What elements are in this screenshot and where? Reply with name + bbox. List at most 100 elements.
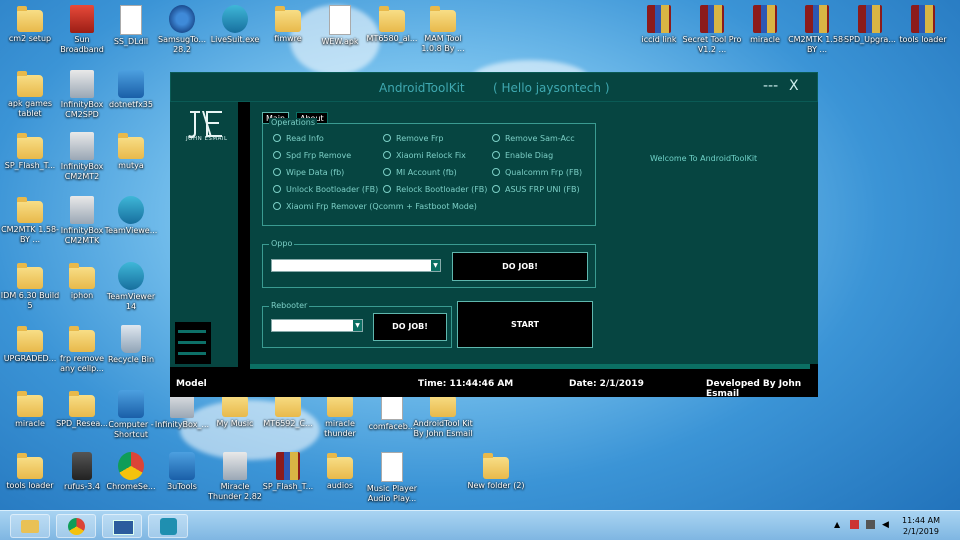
oppo-label: Oppo [269,239,295,249]
close-button[interactable]: X [789,78,799,94]
desktop-icon-label: Music Player Audio Play... [366,484,418,503]
chrome-icon[interactable] [56,514,96,538]
desktop-icon-label: tools loader [899,35,947,44]
model-label: Model [176,379,207,389]
start-button[interactable]: START [457,301,593,348]
desktop-icon[interactable]: Music Player Audio Play... [362,452,422,504]
chevron-down-icon: ▼ [353,320,362,331]
desktop-icon-label: Secret Tool Pro V1.2 ... [682,35,742,54]
folder-icon [275,391,301,417]
settings-file-icon [120,5,142,35]
folder-icon [275,6,301,32]
chevron-down-icon: ▼ [431,260,440,271]
operation-radio-option[interactable]: Relock Bootloader (FB) [383,185,487,194]
tools-icon[interactable] [148,514,188,538]
winrar-icon [647,5,671,33]
desktop-icon[interactable]: CM2MTK 1.58-BY ... [787,5,847,55]
desktop-icon[interactable]: SamsugTo... 28.2 [152,5,212,55]
desktop-icon[interactable]: MAM Tool 1.0.8 By ... [413,5,473,54]
desktop-icon[interactable]: WEW.apk [310,5,370,47]
developer-label: Developed By John Esmail [706,379,802,399]
rebooter-do-job-button[interactable]: DO JOB! [373,313,447,341]
desktop-icon-label: CM2MTK 1.58-BY ... [788,35,846,54]
operation-radio-option[interactable]: ASUS FRP UNI (FB) [492,185,580,194]
desktop-icon[interactable]: SPD_Upgra... [840,5,900,45]
desktop-icon[interactable]: fimwre [258,5,318,44]
desktop-icon-label: CM2MTK 1.58-BY ... [1,225,59,244]
desktop-icon[interactable]: miracle [0,390,60,429]
desktop-icon[interactable]: apk games tablet [0,70,60,119]
desktop-icon[interactable]: Recycle Bin [101,325,161,365]
desktop-icon[interactable]: miracle [735,5,795,45]
operation-radio-option[interactable]: Xiaomi Relock Fix [383,151,466,160]
winrar-icon [276,452,300,480]
operation-radio-option[interactable]: Xiaomi Frp Remover (Qcomm + Fastboot Mod… [273,202,477,211]
desktop-icon-label: TeamViewe... [104,226,158,235]
desktop-icon[interactable]: 3uTools [152,452,212,492]
desktop-icon-label: SP_Flash_T... [262,482,314,491]
minimize-button[interactable]: --- [763,78,778,94]
folder-icon [483,453,509,479]
oppo-group: Oppo ▼ DO JOB! [262,239,596,288]
operation-radio-option[interactable]: Wipe Data (fb) [273,168,344,177]
network-icon[interactable] [866,520,875,529]
desktop-icon[interactable]: Miracle Thunder 2.82 [205,452,265,502]
operation-radio-option[interactable]: Qualcomm Frp (FB) [492,168,582,177]
folder-icon [327,391,353,417]
desktop-icon[interactable]: New folder (2) [466,452,526,491]
desktop-icon[interactable]: iccid link [629,5,689,45]
operation-radio-option[interactable]: Enable Diag [492,151,553,160]
taskbar-clock[interactable]: 11:44 AM 2/1/2019 [896,515,946,537]
infinitybox-icon [70,196,94,224]
desktop-icon[interactable]: TeamViewer 14 [101,262,161,312]
desktop-icon[interactable]: SP_Flash_T... [0,132,60,171]
desktop-icon[interactable]: CM2MTK 1.58-BY ... [0,196,60,245]
title-bar[interactable]: AndroidToolKit ( Hello jaysontech ) --- … [170,72,818,102]
desktop-icon[interactable]: tools loader [0,452,60,491]
computer-graph-icon[interactable] [102,514,142,538]
operation-radio-option[interactable]: MI Account (fb) [383,168,457,177]
desktop-icon-label: AndroidTool Kit By John Esmail [413,419,473,438]
winrar-icon [805,5,829,33]
file-explorer-icon[interactable] [10,514,50,538]
desktop-icon[interactable]: tools loader [893,5,953,45]
desktop-icon-label: miracle thunder [324,419,356,438]
desktop-icon[interactable]: UPGRADED... [0,325,60,364]
folder-icon [327,453,353,479]
folder-icon [430,391,456,417]
file-icon [381,452,403,482]
desktop-icon[interactable]: TeamViewe... [101,196,161,236]
oppo-do-job-button[interactable]: DO JOB! [452,252,588,281]
desktop-icon[interactable]: dotnetfx35 [101,70,161,110]
computer-icon [118,390,144,418]
desktop-icon-label: UPGRADED... [3,354,57,363]
desktop-icon-label: mutya [118,161,144,170]
oppo-model-dropdown[interactable]: ▼ [271,259,441,272]
operation-radio-option[interactable]: Unlock Bootloader (FB) [273,185,378,194]
show-hidden-icons-arrow[interactable]: ▲ [834,520,843,529]
desktop-icon[interactable]: LiveSuit.exe [205,5,265,45]
desktop-icon[interactable]: mutya [101,132,161,171]
folder-icon [17,197,43,223]
operation-radio-option[interactable]: Remove Sam-Acc [492,134,575,143]
operation-radio-option[interactable]: Spd Frp Remove [273,151,351,160]
operation-radio-option[interactable]: Remove Frp [383,134,443,143]
rebooter-dropdown[interactable]: ▼ [271,319,363,332]
john-esmail-logo-icon [188,111,222,139]
progress-strip [250,364,810,369]
volume-icon[interactable]: ◀ [882,520,891,530]
desktop-icon-label: TeamViewer 14 [106,292,156,311]
desktop-icon[interactable]: miracle thunder [310,390,370,439]
operation-radio-option[interactable]: Read Info [273,134,324,143]
time-label: Time: 11:44:46 AM [418,379,514,389]
desktop-icon[interactable]: SP_Flash_T... [258,452,318,492]
desktop-icon[interactable]: audios [310,452,370,491]
desktop-icon-label: cm2 setup [8,34,52,43]
folder-icon [430,6,456,32]
desktop-icon[interactable]: AndroidTool Kit By John Esmail [413,390,473,439]
hamburger-menu-icon[interactable] [175,322,211,364]
flag-icon[interactable] [850,520,859,529]
desktop-icon[interactable]: Secret Tool Pro V1.2 ... [682,5,742,55]
desktop-icon[interactable]: cm2 setup [0,5,60,44]
desktop-icon[interactable]: IDM 6.30 Build 5 [0,262,60,311]
